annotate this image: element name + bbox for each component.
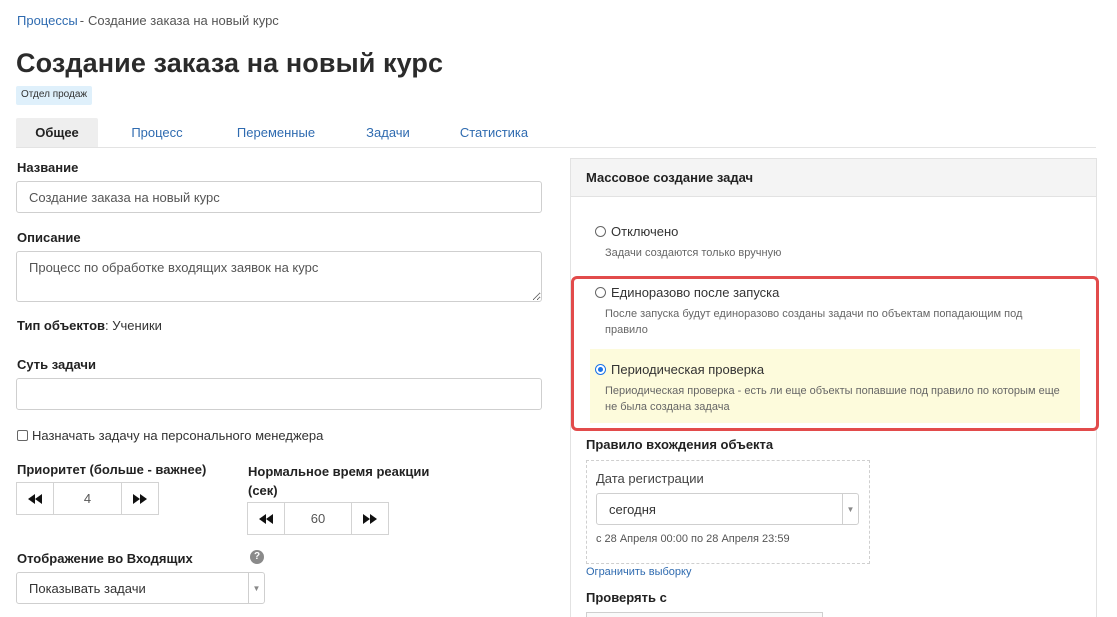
tab-tasks[interactable]: Задачи — [360, 118, 416, 147]
radio-disabled[interactable] — [595, 226, 606, 237]
rule-field-label: Дата регистрации — [596, 471, 704, 486]
option-disabled[interactable]: Отключено Задачи создаются только вручну… — [595, 224, 1065, 261]
department-badge: Отдел продаж — [16, 86, 93, 105]
priority-increase-button[interactable] — [122, 483, 158, 514]
priority-value[interactable]: 4 — [53, 483, 122, 514]
option-disabled-desc: Задачи создаются только вручную — [605, 247, 782, 259]
description-textarea[interactable]: Процесс по обработке входящих заявок на … — [16, 251, 542, 302]
name-input[interactable] — [16, 181, 542, 213]
double-right-arrow-icon — [363, 513, 377, 524]
inbox-display-value: Показывать задачи — [29, 580, 146, 596]
tab-statistics[interactable]: Статистика — [456, 118, 532, 147]
object-type: Тип объектов: Ученики — [17, 318, 162, 333]
tab-process[interactable]: Процесс — [126, 118, 188, 147]
limit-selection-link[interactable]: Ограничить выборку — [586, 566, 691, 578]
priority-label: Приоритет (больше - важнее) — [17, 462, 207, 477]
priority-stepper: 4 — [16, 482, 159, 515]
tab-general[interactable]: Общее — [16, 118, 98, 147]
description-label: Описание — [17, 230, 81, 245]
check-from-label: Проверять с — [586, 590, 667, 605]
priority-decrease-button[interactable] — [17, 483, 53, 514]
chevron-down-icon: ▼ — [248, 573, 264, 603]
inbox-display-label: Отображение во Входящих — [17, 551, 193, 566]
name-label: Название — [17, 160, 79, 175]
chevron-down-icon: ▼ — [842, 494, 858, 524]
breadcrumb: Процессы - Создание заказа на новый курс — [17, 13, 279, 28]
reaction-time-value[interactable]: 60 — [284, 503, 352, 534]
breadcrumb-separator: - — [79, 13, 85, 28]
reaction-decrease-button[interactable] — [248, 503, 284, 534]
double-left-arrow-icon — [28, 493, 42, 504]
double-left-arrow-icon — [259, 513, 273, 524]
assign-manager-label: Назначать задачу на персонального менедж… — [32, 428, 324, 443]
check-from-input[interactable] — [586, 612, 823, 617]
reaction-time-stepper: 60 — [247, 502, 389, 535]
tab-bar: Общее Процесс Переменные Задачи Статисти… — [16, 118, 1096, 148]
assign-manager-checkbox[interactable] — [17, 430, 28, 441]
breadcrumb-current: Создание заказа на новый курс — [88, 13, 279, 28]
rule-range-text: с 28 Апреля 00:00 по 28 Апреля 23:59 — [596, 533, 790, 545]
rule-date-value: сегодня — [609, 501, 656, 517]
double-right-arrow-icon — [133, 493, 147, 504]
reaction-increase-button[interactable] — [352, 503, 388, 534]
inbox-display-select[interactable]: Показывать задачи ▼ — [16, 572, 265, 604]
page-title: Создание заказа на новый курс — [16, 48, 444, 78]
help-icon[interactable]: ? — [250, 550, 264, 564]
tab-variables[interactable]: Переменные — [231, 118, 321, 147]
breadcrumb-link-processes[interactable]: Процессы — [17, 13, 78, 28]
task-essence-label: Суть задачи — [17, 357, 96, 372]
object-type-label: Тип объектов — [17, 318, 106, 333]
rule-date-select[interactable]: сегодня ▼ — [596, 493, 859, 525]
object-type-value: : Ученики — [105, 318, 162, 333]
reaction-time-label: Нормальное время реакции (сек) — [248, 464, 430, 498]
option-disabled-label: Отключено — [611, 224, 679, 239]
mass-creation-heading: Массовое создание задач — [571, 159, 1096, 197]
annotation-highlight-box — [571, 276, 1099, 431]
task-essence-input[interactable] — [16, 378, 542, 410]
rule-label: Правило вхождения объекта — [586, 437, 774, 452]
assign-manager-row[interactable]: Назначать задачу на персонального менедж… — [17, 428, 323, 443]
